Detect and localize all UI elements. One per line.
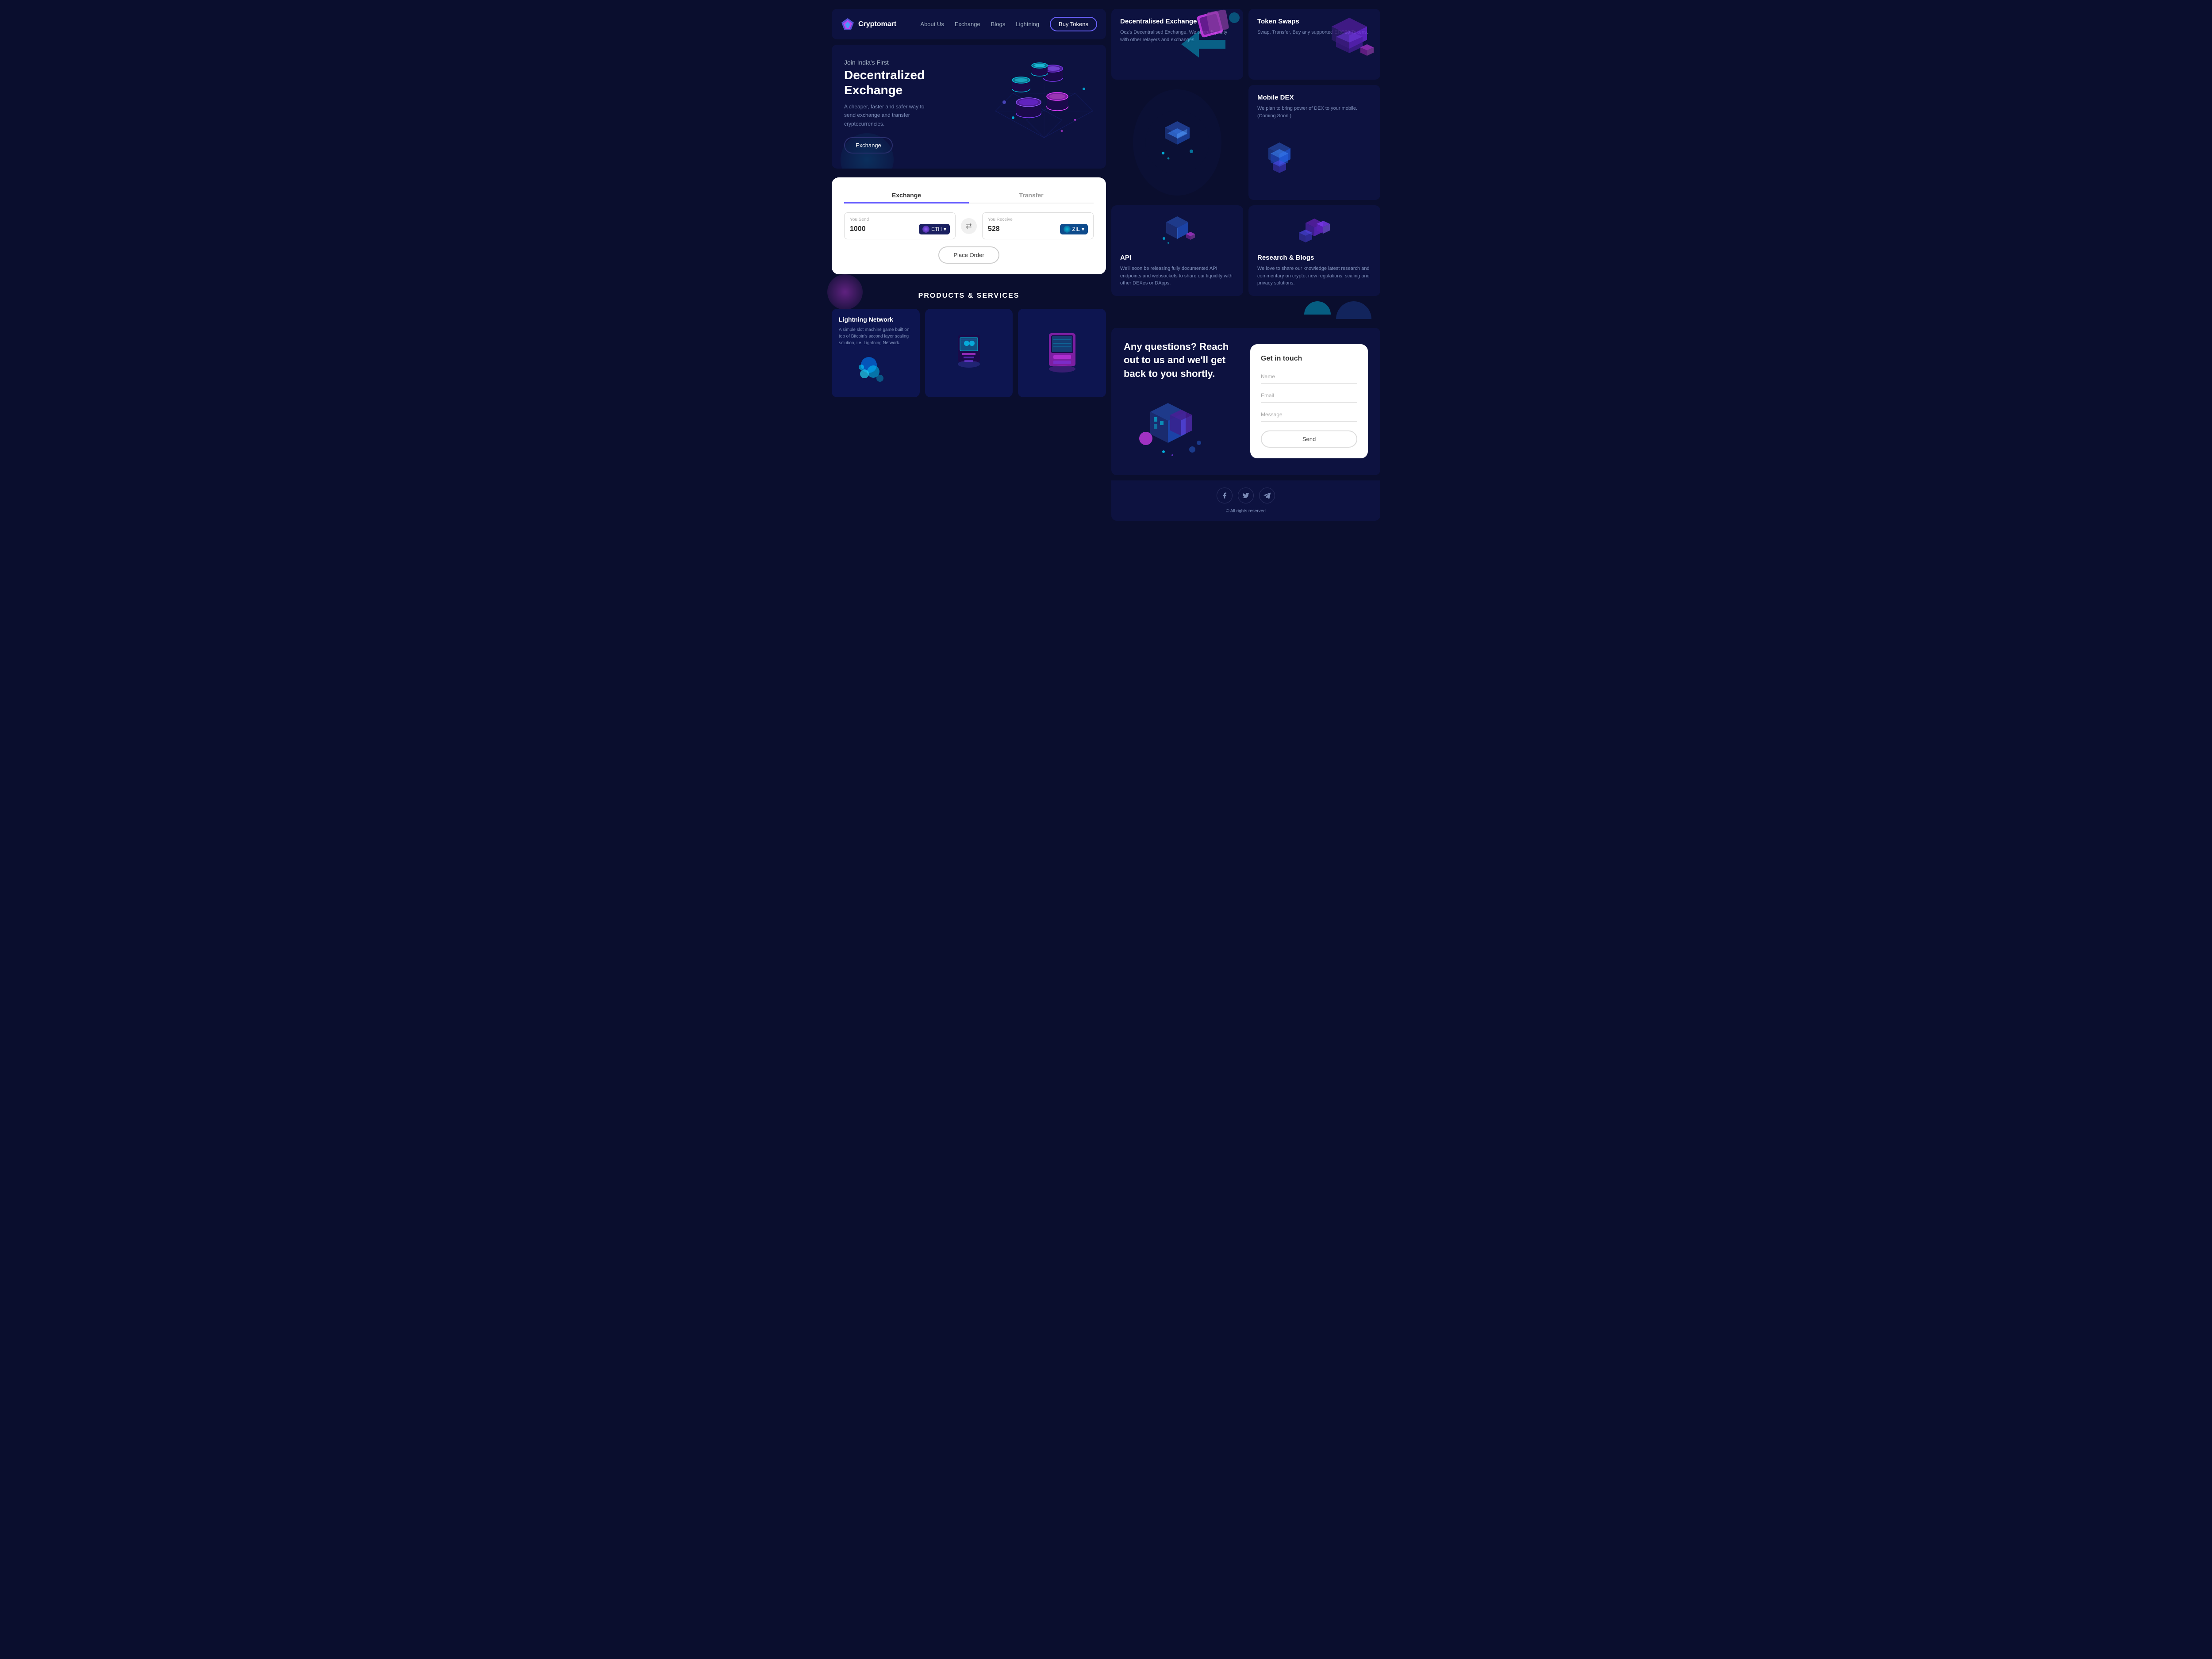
contact-left: Any questions? Reach out to us and we'll… bbox=[1124, 340, 1241, 463]
hero-illustration bbox=[987, 49, 1102, 164]
nav-about[interactable]: About Us bbox=[920, 21, 944, 27]
contact-heading: Any questions? Reach out to us and we'll… bbox=[1124, 340, 1241, 381]
send-value-row: 1000 ETH ▾ bbox=[850, 224, 950, 234]
name-input[interactable] bbox=[1261, 370, 1357, 384]
product-device bbox=[925, 309, 1013, 397]
products-grid: Lightning Network A simple slot machine … bbox=[832, 309, 1106, 397]
footer: © All rights reserved bbox=[1111, 480, 1380, 521]
copyright: © All rights reserved bbox=[1226, 509, 1266, 514]
email-input[interactable] bbox=[1261, 389, 1357, 403]
service-mobile-dex-title: Mobile DEX bbox=[1257, 94, 1294, 101]
service-research: Research & Blogs We love to share our kn… bbox=[1248, 205, 1380, 296]
service-dex-illustration bbox=[1172, 9, 1243, 71]
nav-lightning[interactable]: Lightning bbox=[1016, 21, 1039, 27]
lightning-illustration bbox=[839, 352, 913, 387]
eth-icon bbox=[922, 226, 929, 233]
service-circle-deco bbox=[1133, 89, 1221, 196]
service-api: API We'll soon be releasing fully docume… bbox=[1111, 205, 1243, 296]
send-label: You Send bbox=[850, 217, 950, 222]
nav-blogs[interactable]: Blogs bbox=[991, 21, 1006, 27]
service-swaps-illustration bbox=[1318, 9, 1380, 71]
send-token-chevron: ▾ bbox=[944, 226, 946, 232]
nav-links: About Us Exchange Blogs Lightning Buy To… bbox=[920, 17, 1097, 31]
receive-label: You Receive bbox=[988, 217, 1088, 222]
receive-token-selector[interactable]: ZIL ▾ bbox=[1060, 224, 1088, 234]
products-title: PRODUCTS & SERVICES bbox=[832, 292, 1106, 300]
service-mobile-dex-desc: We plan to bring power of DEX to your mo… bbox=[1257, 105, 1371, 119]
services-middle: Mobile DEX We plan to bring power of DEX… bbox=[1111, 85, 1380, 200]
telegram-icon[interactable] bbox=[1259, 488, 1275, 503]
service-api-desc: We'll soon be releasing fully documented… bbox=[1120, 265, 1234, 287]
receive-value-row: 528 ZIL ▾ bbox=[988, 224, 1088, 234]
hero-desc: A cheaper, faster and safer way to send … bbox=[844, 103, 933, 128]
tab-transfer[interactable]: Transfer bbox=[969, 188, 1094, 203]
send-token-label: ETH bbox=[931, 226, 942, 232]
exchange-card: Exchange Transfer You Send 1000 ETH ▾ bbox=[832, 177, 1106, 274]
send-button[interactable]: Send bbox=[1261, 430, 1357, 448]
hero-section: Join India's First Decentralized Exchang… bbox=[832, 45, 1106, 169]
product-lightning-desc: A simple slot machine game built on top … bbox=[839, 326, 913, 346]
exchange-inputs: You Send 1000 ETH ▾ ⇄ bbox=[844, 212, 1094, 239]
services-top: Decentralised Exchange Ocz's Decentralis… bbox=[1111, 9, 1380, 80]
service-swaps: Token Swaps Swap, Transfer, Buy any supp… bbox=[1248, 9, 1380, 80]
service-mobile-dex: Mobile DEX We plan to bring power of DEX… bbox=[1248, 85, 1380, 200]
products-section: PRODUCTS & SERVICES Lightning Network A … bbox=[832, 283, 1106, 406]
receive-token-chevron: ▾ bbox=[1082, 226, 1084, 232]
product-lightning: Lightning Network A simple slot machine … bbox=[832, 309, 920, 397]
twitter-icon[interactable] bbox=[1238, 488, 1254, 503]
contact-form-title: Get in touch bbox=[1261, 355, 1357, 363]
contact-illustration bbox=[1124, 390, 1241, 463]
buy-tokens-button[interactable]: Buy Tokens bbox=[1050, 17, 1097, 31]
contact-form-card: Get in touch Send bbox=[1250, 344, 1368, 458]
swap-button[interactable]: ⇄ bbox=[961, 218, 977, 234]
hero-subtitle: Join India's First bbox=[844, 59, 941, 66]
receive-input-group: You Receive 528 ZIL ▾ bbox=[982, 212, 1094, 239]
service-research-desc: We love to share our knowledge latest re… bbox=[1257, 265, 1371, 287]
social-icons bbox=[1217, 488, 1275, 503]
exchange-button[interactable]: Exchange bbox=[844, 137, 893, 154]
exchange-tabs: Exchange Transfer bbox=[844, 188, 1094, 204]
send-value[interactable]: 1000 bbox=[850, 225, 866, 233]
brand-name: Cryptomart bbox=[858, 20, 896, 28]
contact-section: Any questions? Reach out to us and we'll… bbox=[1111, 328, 1380, 475]
facebook-icon[interactable] bbox=[1217, 488, 1233, 503]
send-token-selector[interactable]: ETH ▾ bbox=[919, 224, 950, 234]
navbar: Cryptomart About Us Exchange Blogs Light… bbox=[832, 9, 1106, 39]
logo-icon bbox=[841, 17, 855, 31]
services-bottom: API We'll soon be releasing fully docume… bbox=[1111, 205, 1380, 296]
product-lightning-title: Lightning Network bbox=[839, 316, 913, 323]
zil-icon bbox=[1064, 226, 1071, 233]
service-api-title: API bbox=[1120, 254, 1234, 261]
message-input[interactable] bbox=[1261, 408, 1357, 422]
logo[interactable]: Cryptomart bbox=[841, 17, 896, 31]
receive-value[interactable]: 528 bbox=[988, 225, 1000, 233]
service-research-title: Research & Blogs bbox=[1257, 254, 1371, 261]
hero-title: Decentralized Exchange bbox=[844, 68, 941, 97]
product-game bbox=[1018, 309, 1106, 397]
nav-exchange[interactable]: Exchange bbox=[955, 21, 980, 27]
tab-exchange[interactable]: Exchange bbox=[844, 188, 969, 204]
deco-circles bbox=[1111, 301, 1380, 319]
send-input-group: You Send 1000 ETH ▾ bbox=[844, 212, 956, 239]
service-dex: Decentralised Exchange Ocz's Decentralis… bbox=[1111, 9, 1243, 80]
receive-token-label: ZIL bbox=[1072, 226, 1080, 232]
place-order-button[interactable]: Place Order bbox=[938, 246, 999, 264]
